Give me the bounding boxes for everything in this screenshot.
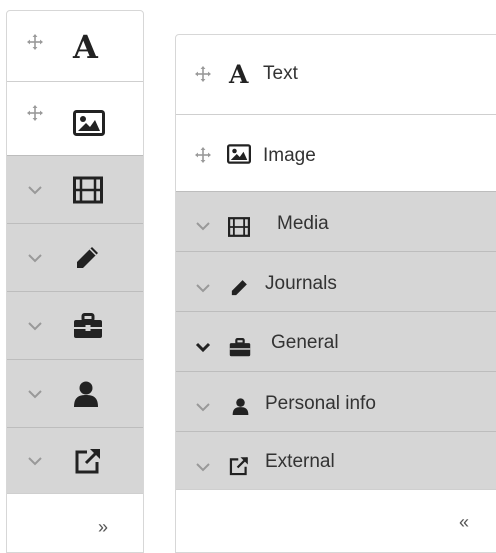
collapsed-group-media[interactable] [7,155,143,223]
expand-icon: » [98,517,109,537]
group-label: External [265,451,335,472]
group-label: General [271,332,339,353]
block-chooser-stage: A » A Text Image Media Journals General … [0,0,496,553]
group-personal-info[interactable]: Personal info [176,371,496,431]
chevron-down-icon[interactable] [195,459,211,475]
image-icon [227,144,251,164]
expand-panel-button[interactable]: » [7,493,143,552]
expanded-panel: A Text Image Media Journals General Pers… [175,34,496,553]
group-journals[interactable]: Journals [176,251,496,311]
collapse-icon: « [459,512,470,532]
chevron-down-icon[interactable] [27,386,43,402]
drag-handle-icon[interactable] [195,147,211,163]
chevron-down-icon[interactable] [195,218,211,234]
group-label: Media [277,213,329,234]
chevron-down-icon[interactable] [27,318,43,334]
block-item-text[interactable]: A Text [176,35,496,114]
collapsed-group-personal-info[interactable] [7,359,143,427]
chevron-down-icon[interactable] [27,250,43,266]
text-icon: A [73,28,98,66]
chevron-down-icon[interactable] [195,280,211,296]
collapse-panel-button[interactable]: « [176,489,496,552]
collapsed-group-general[interactable] [7,291,143,359]
image-icon [73,110,105,136]
pencil-icon [73,244,101,272]
group-external[interactable]: External [176,431,496,489]
collapsed-item-text[interactable]: A [7,11,143,81]
collapsed-group-journals[interactable] [7,223,143,291]
group-label: Journals [265,273,337,294]
chevron-down-icon[interactable] [195,399,211,415]
user-icon [232,397,249,416]
block-item-label: Image [263,145,316,166]
drag-handle-icon[interactable] [195,66,211,82]
collapsed-item-image[interactable] [7,81,143,155]
film-icon [228,216,250,238]
briefcase-icon [73,313,103,339]
drag-handle-icon[interactable] [27,34,43,50]
group-general[interactable]: General [176,311,496,371]
film-icon [73,175,103,205]
collapsed-panel: A » [6,10,144,553]
text-icon: A [229,60,249,89]
chevron-down-icon[interactable] [27,453,43,469]
pencil-icon [229,278,249,298]
user-icon [73,380,99,408]
chevron-down-icon[interactable] [27,182,43,198]
block-item-label: Text [263,63,298,84]
briefcase-icon [229,338,251,357]
external-link-icon [73,446,103,476]
group-label: Personal info [265,393,376,414]
external-link-icon [228,455,250,477]
collapsed-group-external[interactable] [7,427,143,493]
chevron-down-icon[interactable] [195,339,211,355]
block-item-image[interactable]: Image [176,114,496,191]
drag-handle-icon[interactable] [27,105,43,121]
group-media[interactable]: Media [176,191,496,251]
